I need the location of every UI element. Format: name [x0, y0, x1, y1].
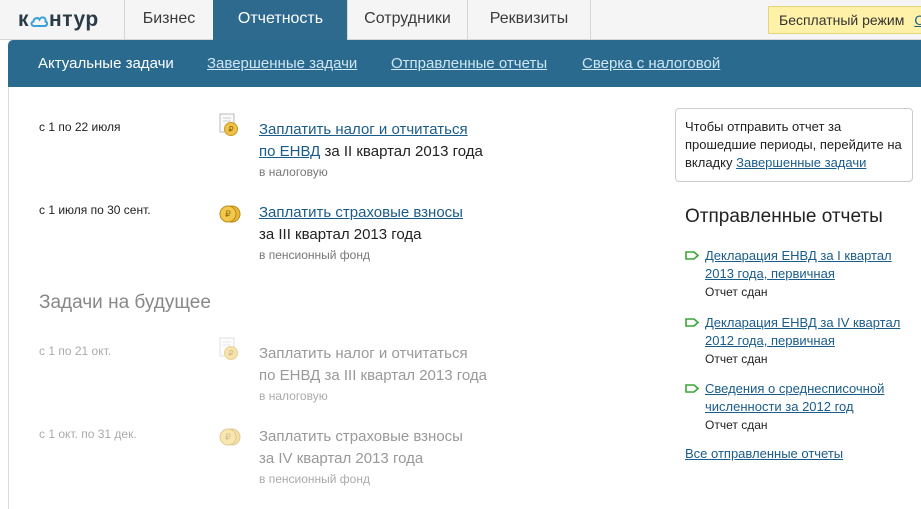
content-area: с 1 по 22 июля ₽ Заплатить налог и отчит…	[8, 87, 921, 509]
tab-reporting[interactable]: Отчетность	[213, 0, 347, 41]
task-destination: в налоговую	[259, 165, 328, 179]
task-body: Заплатить страховые взносы за IV квартал…	[259, 426, 639, 487]
cloud-icon	[30, 16, 49, 27]
subnav-completed-tasks[interactable]: Завершенные задачи	[207, 55, 357, 72]
subnav-current-tasks[interactable]: Актуальные задачи	[38, 55, 174, 72]
tab-requisites[interactable]: Реквизиты	[467, 0, 591, 40]
sent-report-status: Отчет сдан	[705, 285, 768, 299]
task-date: с 1 июля по 30 сент.	[39, 203, 151, 217]
coins-icon: ₽	[219, 205, 241, 223]
tab-business[interactable]: Бизнес	[124, 0, 213, 40]
all-sent-reports-link[interactable]: Все отправленные отчеты	[685, 446, 843, 461]
tax-document-icon: ₽	[219, 113, 238, 136]
subnav-sent-reports[interactable]: Отправленные отчеты	[391, 55, 547, 72]
svg-text:₽: ₽	[225, 432, 231, 442]
svg-text:₽: ₽	[228, 349, 233, 358]
task-period: за II квартал 2013 года	[324, 143, 483, 160]
kontur-logo[interactable]: к нтур	[18, 6, 99, 34]
task-body: Заплатить налог и отчитаться по ЕНВД за …	[259, 343, 639, 404]
task-date: с 1 окт. по 31 дек.	[39, 427, 137, 441]
task-link-continued[interactable]: по ЕНВД	[259, 143, 320, 160]
task-date: с 1 по 21 окт.	[39, 344, 112, 358]
task-link[interactable]: Заплатить налог и отчитаться	[259, 121, 468, 138]
sent-reports-title: Отправленные отчеты	[685, 206, 883, 227]
free-mode-badge: Бесплатный режим Оп	[768, 6, 921, 34]
task-period: за III квартал 2013 года	[259, 226, 422, 243]
future-task-line2: по ЕНВД за III квартал 2013 года	[259, 367, 487, 384]
task-destination: в налоговую	[259, 389, 328, 403]
future-task-line1: Заплатить налог и отчитаться	[259, 345, 468, 362]
tab-employees[interactable]: Сотрудники	[347, 0, 467, 40]
task-body: Заплатить страховые взносы за III кварта…	[259, 202, 639, 263]
notice-box: Чтобы отправить отчет за прошедшие перио…	[675, 108, 913, 182]
free-mode-label: Бесплатный режим	[779, 12, 905, 28]
future-task-line1: Заплатить страховые взносы	[259, 428, 463, 445]
free-mode-more-link[interactable]: Оп	[914, 12, 921, 28]
top-bar: к нтур Бизнес Отчетность Сотрудники Рекв…	[0, 0, 921, 41]
sent-flag-icon	[685, 251, 699, 260]
task-link[interactable]: Заплатить страховые взносы	[259, 204, 463, 221]
sent-flag-icon	[685, 384, 699, 393]
svg-text:₽: ₽	[228, 125, 233, 134]
sent-report-status: Отчет сдан	[705, 352, 768, 366]
notice-completed-link[interactable]: Завершенные задачи	[736, 155, 866, 170]
sent-report-link[interactable]: Сведения о среднесписочной численности з…	[705, 380, 915, 416]
tax-document-icon: ₽	[219, 337, 238, 360]
logo-text-right: нтур	[49, 8, 99, 31]
svg-text:₽: ₽	[225, 209, 231, 219]
future-task-line2: за IV квартал 2013 года	[259, 450, 424, 467]
sent-report-link[interactable]: Декларация ЕНВД за IV квартал 2012 года,…	[705, 314, 915, 350]
sent-flag-icon	[685, 318, 699, 327]
sent-report-link[interactable]: Декларация ЕНВД за I квартал 2013 года, …	[705, 247, 915, 283]
logo-text-left: к	[18, 8, 30, 31]
subnav-bar: Актуальные задачи Завершенные задачи Отп…	[8, 40, 921, 87]
coins-icon: ₽	[219, 428, 241, 446]
task-destination: в пенсионный фонд	[259, 472, 370, 486]
sent-report-status: Отчет сдан	[705, 418, 768, 432]
task-date: с 1 по 22 июля	[39, 120, 121, 134]
subnav-tax-reconcile[interactable]: Сверка с налоговой	[582, 55, 720, 72]
future-tasks-title: Задачи на будущее	[39, 292, 211, 313]
task-body: Заплатить налог и отчитаться по ЕНВД за …	[259, 119, 639, 180]
task-destination: в пенсионный фонд	[259, 248, 370, 262]
